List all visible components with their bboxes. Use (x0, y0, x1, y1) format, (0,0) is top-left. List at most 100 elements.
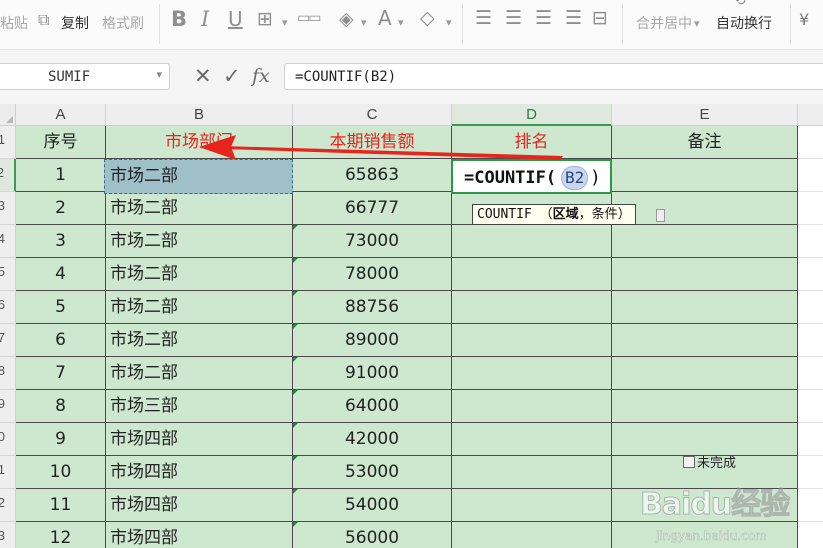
select-all-corner[interactable] (0, 104, 16, 126)
table-cell[interactable]: 市场二部 (106, 324, 293, 357)
paste-button[interactable]: 粘贴 (0, 13, 28, 33)
merge-dropdown-icon[interactable]: ▾ (694, 14, 700, 34)
merge-center-button[interactable]: 合并居中 (636, 13, 692, 33)
cell-editor-d2[interactable]: =COUNTIF( B2 ) (451, 159, 612, 194)
row-header[interactable]: 5 (0, 258, 16, 291)
table-cell[interactable]: 7 (16, 357, 106, 390)
row-header[interactable]: 12 (0, 489, 16, 522)
table-cell[interactable]: 市场四部 (106, 489, 293, 522)
header-cell-a[interactable]: 序号 (16, 126, 106, 159)
row-header[interactable]: 11 (0, 456, 16, 489)
table-cell[interactable]: 42000 (293, 423, 452, 456)
column-header-d[interactable]: D (452, 104, 612, 126)
column-header-a[interactable]: A (16, 104, 106, 126)
table-cell[interactable]: 市场四部 (106, 522, 293, 548)
table-cell[interactable] (612, 324, 798, 357)
table-cell[interactable] (452, 291, 612, 324)
chevron-down-icon[interactable]: ▾ (156, 68, 162, 81)
row-header[interactable]: 9 (0, 390, 16, 423)
table-cell[interactable]: 10 (16, 456, 106, 489)
border-icon[interactable]: ⊞ (257, 9, 273, 29)
row-header[interactable]: 2 (0, 159, 16, 192)
row-header[interactable]: 8 (0, 357, 16, 390)
cell-outside[interactable] (798, 225, 823, 258)
table-cell[interactable]: 66777 (293, 192, 452, 225)
table-cell[interactable] (452, 522, 612, 548)
table-cell[interactable] (612, 291, 798, 324)
table-cell[interactable]: 6 (16, 324, 106, 357)
cell-outside[interactable] (798, 126, 823, 159)
table-cell[interactable]: 88756 (293, 291, 452, 324)
eraser-dropdown-icon[interactable]: ▾ (446, 13, 452, 33)
editor-range-reference[interactable]: B2 (561, 166, 589, 190)
border-dropdown-icon[interactable]: ▾ (282, 13, 288, 33)
cancel-icon[interactable]: ✕ (194, 63, 212, 90)
row-header[interactable]: 10 (0, 423, 16, 456)
table-cell[interactable]: 53000 (293, 456, 452, 489)
cell-outside[interactable] (798, 357, 823, 390)
align-bottom-icon[interactable]: ☰ (535, 8, 552, 28)
table-cell[interactable] (612, 159, 798, 192)
table-cell[interactable]: 3 (16, 225, 106, 258)
cell-outside[interactable] (798, 192, 823, 225)
table-cell[interactable]: 市场二部 (106, 258, 293, 291)
header-cell-b[interactable]: 市场部门 (106, 126, 293, 159)
cell-outside[interactable] (798, 423, 823, 456)
table-cell[interactable] (452, 423, 612, 456)
checkbox-icon[interactable] (683, 456, 695, 468)
table-cell[interactable]: 市场三部 (106, 390, 293, 423)
header-cell-c[interactable]: 本期销售额 (293, 126, 452, 159)
table-cell[interactable] (452, 489, 612, 522)
row-header[interactable]: 4 (0, 225, 16, 258)
table-cell[interactable]: 11 (16, 489, 106, 522)
cell-outside[interactable] (798, 159, 823, 192)
table-cell[interactable]: 64000 (293, 390, 452, 423)
font-color-dropdown-icon[interactable]: ▾ (398, 13, 404, 33)
bold-icon[interactable]: B (171, 9, 187, 30)
table-cell[interactable]: 8 (16, 390, 106, 423)
table-cell[interactable] (612, 357, 798, 390)
confirm-icon[interactable]: ✓ (223, 63, 241, 90)
table-cell[interactable] (612, 192, 798, 225)
checkbox-unfinished[interactable]: 未完成 (683, 452, 736, 471)
table-cell[interactable]: 56000 (293, 522, 452, 548)
table-cell[interactable] (452, 456, 612, 489)
cell-outside[interactable] (798, 291, 823, 324)
table-cell[interactable]: 9 (16, 423, 106, 456)
cell-outside[interactable] (798, 390, 823, 423)
formula-input[interactable]: =COUNTIF(B2) (284, 63, 823, 90)
table-cell[interactable]: 市场二部 (106, 291, 293, 324)
table-cell[interactable] (452, 225, 612, 258)
cell-style-icon[interactable]: ▭▭ (297, 8, 322, 28)
selected-range-b2[interactable]: 市场二部 (104, 159, 293, 194)
table-cell[interactable]: 89000 (293, 324, 452, 357)
fill-dropdown-icon[interactable]: ▾ (361, 13, 367, 33)
table-cell[interactable]: 78000 (293, 258, 452, 291)
header-cell-e[interactable]: 备注 (612, 126, 798, 159)
table-cell[interactable]: 市场四部 (106, 423, 293, 456)
table-cell[interactable]: 市场二部 (106, 225, 293, 258)
table-cell[interactable] (612, 258, 798, 291)
font-color-icon[interactable]: A (378, 8, 392, 28)
cell-outside[interactable] (798, 324, 823, 357)
fx-icon[interactable]: fx (252, 63, 270, 90)
table-cell[interactable]: 12 (16, 522, 106, 548)
row-header[interactable]: 13 (0, 522, 16, 548)
currency-button[interactable]: ¥ (799, 10, 809, 29)
row-header[interactable]: 1 (0, 126, 16, 159)
table-cell[interactable]: 市场四部 (106, 456, 293, 489)
distribute-icon[interactable]: ⊟ (592, 8, 608, 28)
name-box[interactable]: SUMIF ▾ (0, 63, 170, 90)
table-cell[interactable] (452, 357, 612, 390)
table-cell[interactable] (452, 258, 612, 291)
italic-icon[interactable]: I (201, 9, 209, 30)
table-cell[interactable]: 市场二部 (106, 192, 293, 225)
table-cell[interactable] (612, 390, 798, 423)
table-cell[interactable]: 1 (16, 159, 106, 192)
justify-icon[interactable]: ☰ (565, 8, 582, 28)
table-cell[interactable]: 65863 (293, 159, 452, 192)
wrap-text-button[interactable]: 自动换行 (716, 13, 772, 33)
align-top-icon[interactable]: ☰ (475, 8, 492, 28)
table-cell[interactable]: 73000 (293, 225, 452, 258)
eraser-icon[interactable]: ◇ (420, 8, 435, 28)
